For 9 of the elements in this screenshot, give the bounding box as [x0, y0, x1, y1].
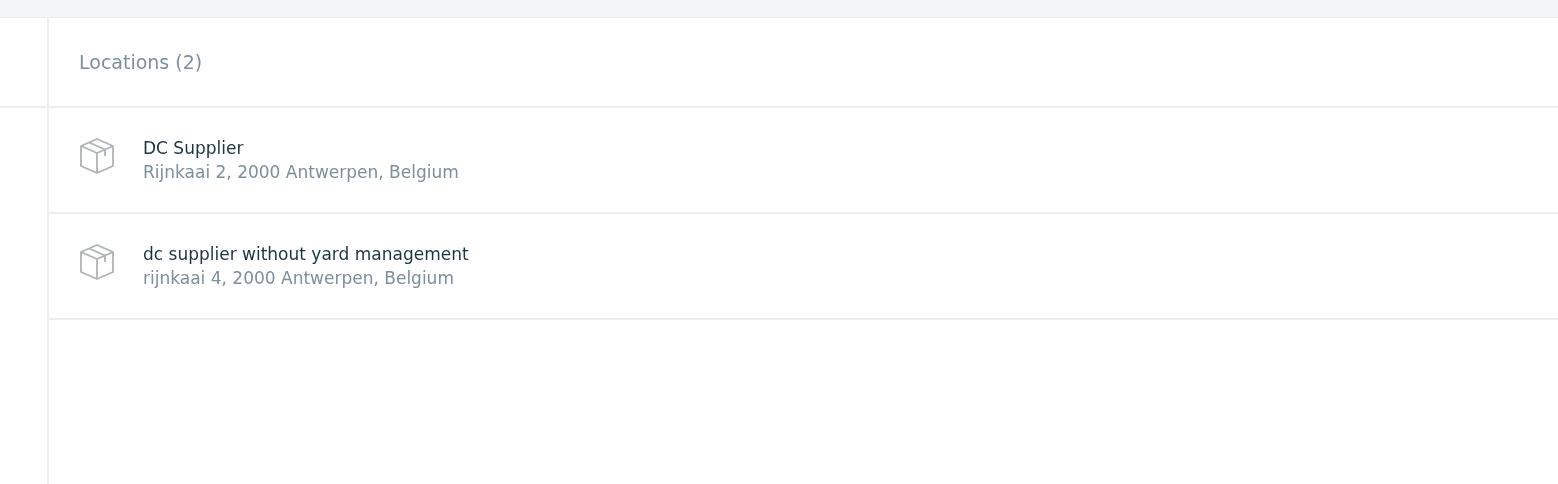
location-name: DC Supplier [143, 138, 245, 158]
box-icon [79, 137, 115, 175]
panel-title: Locations (2) [79, 51, 203, 73]
location-address: rijnkaai 4, 2000 Antwerpen, Belgium [143, 268, 455, 288]
location-address: Rijnkaai 2, 2000 Antwerpen, Belgium [143, 162, 459, 182]
location-name: dc supplier without yard management [143, 244, 469, 264]
box-icon [79, 243, 115, 281]
location-row[interactable]: DC Supplier Rijnkaai 2, 2000 Antwerpen, Belgium [49, 108, 1558, 214]
location-row[interactable]: dc supplier without yard management rijnkaai 4, 2000 Antwerpen, Belgium [49, 214, 1558, 320]
